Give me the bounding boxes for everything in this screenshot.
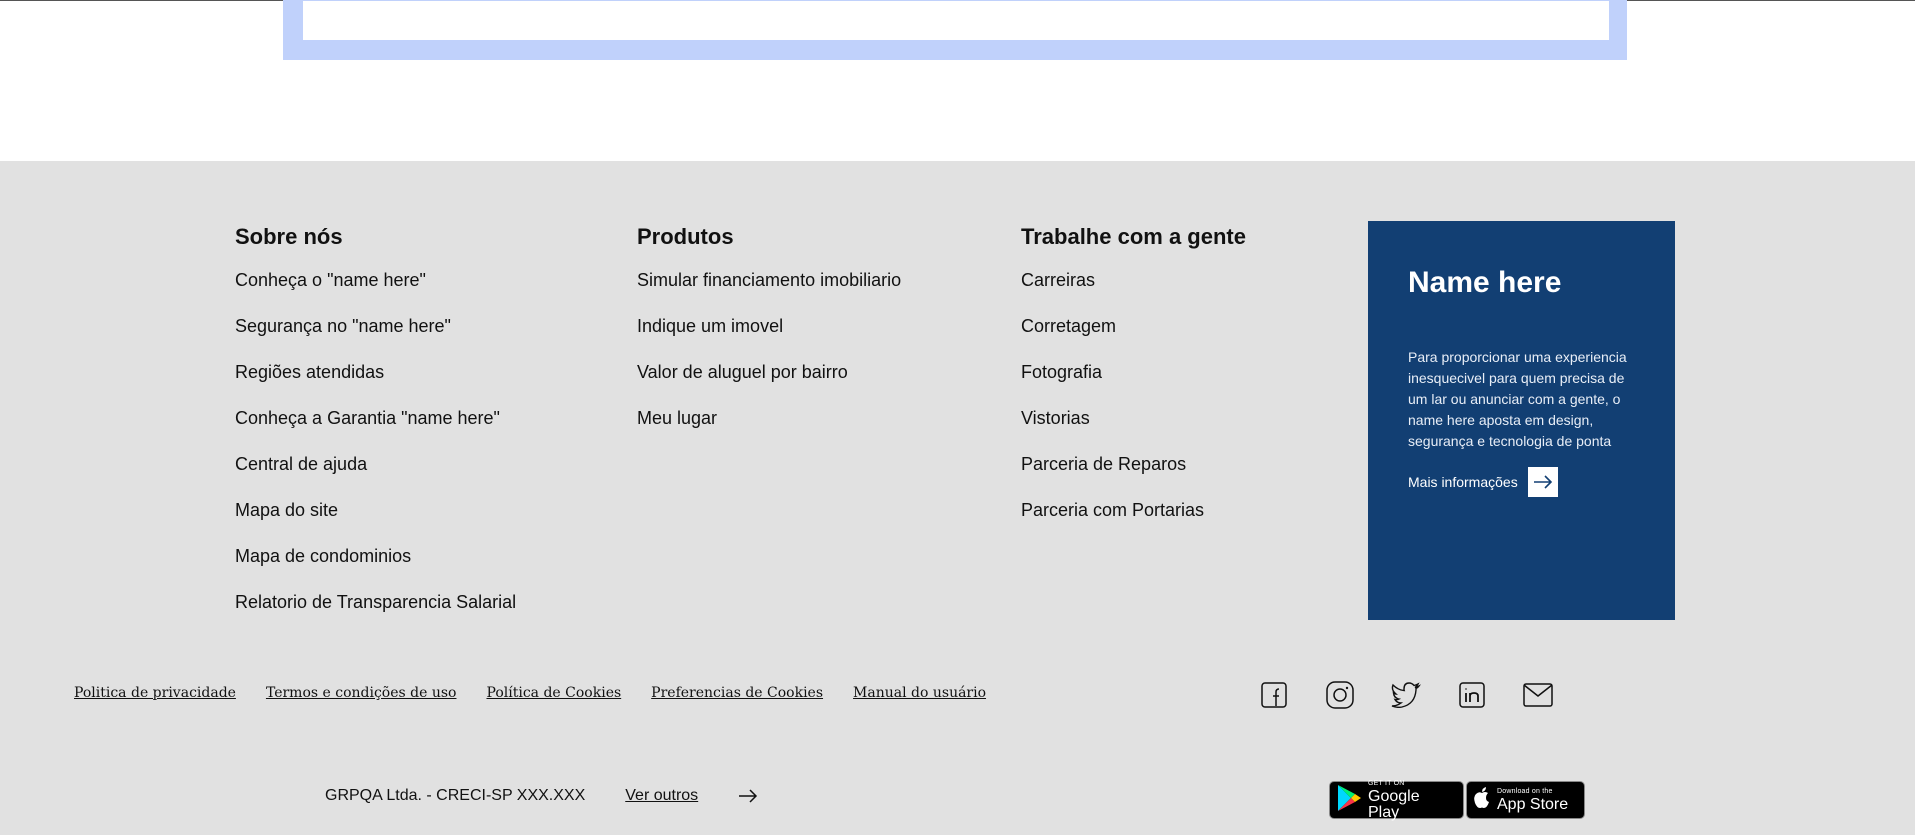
column-heading: Sobre nós — [235, 224, 343, 249]
google-play-icon — [1336, 784, 1362, 817]
arrow-right-icon[interactable] — [738, 785, 760, 807]
footer-link[interactable]: Vistorias — [1021, 406, 1246, 430]
promo-text: Para proporcionar uma experiencia inesqu… — [1408, 349, 1627, 449]
content-frame-inner — [303, 1, 1609, 40]
legal-links: Politica de privacidade Termos e condiçõ… — [74, 685, 1016, 701]
footer-link[interactable]: Mapa do site — [235, 498, 516, 522]
company-info: GRPQA Ltda. - CRECI-SP XXX.XXX — [325, 787, 586, 804]
footer-column-sobre-nos: Sobre nós Conheça o "name here" Seguranç… — [235, 222, 516, 636]
apple-icon — [1473, 786, 1491, 814]
footer-link[interactable]: Fotografia — [1021, 360, 1246, 384]
column-heading: Produtos — [637, 224, 734, 249]
footer-link[interactable]: Simular financiamento imobiliario — [637, 268, 901, 292]
privacy-policy-link[interactable]: Politica de privacidade — [74, 685, 236, 701]
terms-link[interactable]: Termos e condições de uso — [266, 685, 457, 701]
footer-link[interactable]: Carreiras — [1021, 268, 1246, 292]
footer-link[interactable]: Parceria de Reparos — [1021, 452, 1246, 476]
twitter-icon[interactable] — [1391, 680, 1421, 710]
cookie-preferences-link[interactable]: Preferencias de Cookies — [651, 685, 823, 701]
app-store-big-text: App Store — [1497, 795, 1569, 813]
linkedin-icon[interactable] — [1457, 680, 1487, 710]
promo-title: Name here — [1408, 266, 1562, 299]
app-store-small-text: Download on the — [1497, 787, 1553, 795]
bottom-bar: GRPQA Ltda. - CRECI-SP XXX.XXX Ver outro… — [325, 785, 760, 807]
arrow-right-icon[interactable] — [1527, 467, 1558, 497]
footer-link[interactable]: Indique um imovel — [637, 314, 901, 338]
footer-column-produtos: Produtos Simular financiamento imobiliar… — [637, 222, 901, 452]
google-play-big-text: Google Play — [1368, 787, 1420, 821]
google-play-small-text: GET IT ON — [1368, 779, 1405, 787]
more-info-link[interactable]: Mais informações — [1408, 467, 1635, 497]
instagram-icon[interactable] — [1325, 680, 1355, 710]
app-store-badges: GET IT ON Google Play Download on the Ap… — [1329, 779, 1585, 821]
mail-icon[interactable] — [1523, 680, 1553, 710]
footer-column-trabalhe: Trabalhe com a gente Carreiras Corretage… — [1021, 222, 1246, 544]
footer-link[interactable]: Corretagem — [1021, 314, 1246, 338]
footer-link[interactable]: Relatorio de Transparencia Salarial — [235, 590, 516, 614]
more-info-label: Mais informações — [1408, 474, 1518, 490]
footer-link[interactable]: Parceria com Portarias — [1021, 498, 1246, 522]
footer-link[interactable]: Regiões atendidas — [235, 360, 516, 384]
user-manual-link[interactable]: Manual do usuário — [853, 685, 986, 701]
footer-link[interactable]: Conheça a Garantia "name here" — [235, 406, 516, 430]
footer-link[interactable]: Conheça o "name here" — [235, 268, 516, 292]
ver-outros-link[interactable]: Ver outros — [625, 787, 698, 805]
app-store-badge[interactable]: Download on the App Store — [1466, 781, 1585, 819]
footer-link[interactable]: Central de ajuda — [235, 452, 516, 476]
footer-link[interactable]: Mapa de condominios — [235, 544, 516, 568]
promo-card: Name here Para proporcionar uma experien… — [1368, 221, 1675, 620]
social-links — [1259, 680, 1589, 710]
cookie-policy-link[interactable]: Política de Cookies — [486, 685, 621, 701]
footer-link[interactable]: Valor de aluguel por bairro — [637, 360, 901, 384]
footer-link[interactable]: Meu lugar — [637, 406, 901, 430]
footer-link[interactable]: Segurança no "name here" — [235, 314, 516, 338]
facebook-icon[interactable] — [1259, 680, 1289, 710]
column-heading: Trabalhe com a gente — [1021, 224, 1246, 249]
google-play-badge[interactable]: GET IT ON Google Play — [1329, 779, 1464, 821]
